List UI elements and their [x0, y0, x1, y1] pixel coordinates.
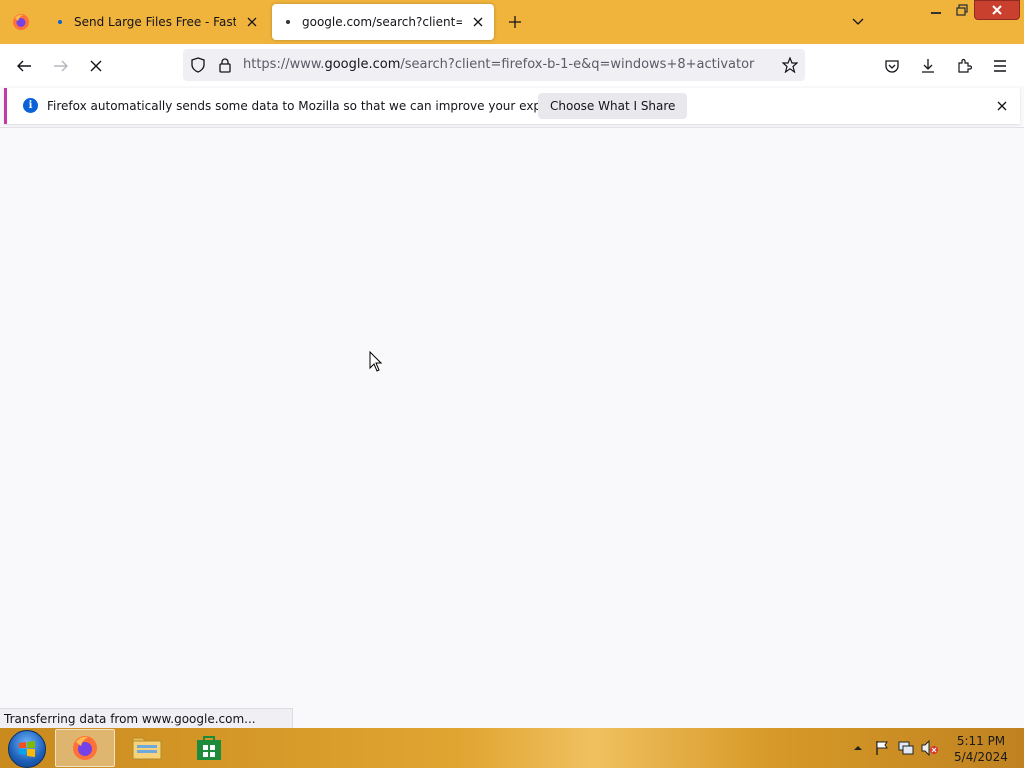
windows-taskbar: 5:11 PM 5/4/2024 [0, 728, 1024, 768]
chevron-up-icon [854, 746, 862, 750]
store-icon [197, 736, 221, 760]
notification-message: Firefox automatically sends some data to… [47, 99, 590, 113]
downloads-button[interactable] [914, 52, 942, 80]
tab-title: Send Large Files Free - Fast Sec [74, 15, 236, 29]
navigation-toolbar: https://www.google.com/search?client=fir… [0, 44, 1024, 86]
firefox-icon [73, 736, 97, 760]
tab-close-icon[interactable] [244, 14, 260, 30]
tracking-protection-shield-icon[interactable] [188, 55, 208, 75]
chevron-down-icon [852, 18, 864, 25]
bookmark-star-icon[interactable] [780, 55, 800, 75]
stop-button[interactable] [82, 52, 110, 80]
puzzle-icon [958, 58, 972, 73]
firefox-view-button[interactable] [0, 0, 42, 44]
notification-close-icon[interactable] [993, 97, 1011, 115]
lock-icon[interactable] [215, 55, 235, 75]
info-icon: i [23, 98, 38, 113]
tab-close-icon[interactable] [470, 14, 486, 30]
back-button[interactable] [10, 52, 38, 80]
new-tab-button[interactable] [505, 12, 525, 32]
url-prefix: https://www. [243, 57, 325, 72]
close-icon [992, 5, 1002, 15]
taskbar-firefox[interactable] [55, 729, 115, 767]
folder-icon [132, 737, 162, 760]
mouse-cursor-icon [369, 350, 383, 377]
url-domain: google.com [324, 57, 401, 72]
tab-bar: Send Large Files Free - Fast Sec google.… [0, 0, 1024, 44]
window-restore-button[interactable] [950, 0, 974, 20]
arrow-right-icon [54, 60, 68, 72]
taskbar-store[interactable] [179, 729, 239, 767]
window-close-button[interactable] [974, 0, 1020, 20]
data-reporting-notification: i Firefox automatically sends some data … [4, 88, 1020, 124]
pocket-button[interactable] [878, 52, 906, 80]
stop-icon [90, 60, 102, 72]
tab-send-large-files[interactable]: Send Large Files Free - Fast Sec [44, 4, 268, 40]
firefox-icon [13, 14, 29, 30]
action-center-flag-icon[interactable] [872, 738, 892, 758]
hamburger-menu-icon [994, 60, 1006, 72]
network-icon[interactable] [896, 738, 916, 758]
url-path: /search?client=firefox-b-1-e&q=windows+8… [400, 57, 755, 72]
clock-date: 5/4/2024 [954, 750, 1008, 764]
page-content-area[interactable] [0, 128, 1024, 728]
url-bar[interactable]: https://www.google.com/search?client=fir… [183, 49, 805, 81]
show-hidden-icons-button[interactable] [848, 738, 868, 758]
plus-icon [509, 16, 521, 28]
app-menu-button[interactable] [986, 52, 1014, 80]
taskbar-file-explorer[interactable] [117, 729, 177, 767]
forward-button[interactable] [47, 52, 75, 80]
window-minimize-button[interactable] [924, 0, 948, 20]
extensions-button[interactable] [950, 52, 978, 80]
pocket-icon [885, 60, 899, 73]
tab-title: google.com/search?client=firef [302, 15, 462, 29]
url-text[interactable]: https://www.google.com/search?client=fir… [243, 57, 754, 72]
tab-google-search[interactable]: google.com/search?client=firef [272, 4, 494, 40]
clock-time: 5:11 PM [956, 734, 1006, 748]
arrow-left-icon [17, 60, 31, 72]
start-button[interactable] [8, 730, 46, 768]
tab-loading-dot [286, 20, 290, 24]
windows-logo-icon [19, 741, 35, 757]
volume-muted-icon[interactable] [920, 738, 940, 758]
download-icon [922, 59, 934, 73]
restore-icon [956, 4, 968, 16]
choose-what-i-share-button[interactable]: Choose What I Share [538, 93, 688, 119]
tab-loading-dot [58, 20, 62, 24]
list-all-tabs-button[interactable] [848, 12, 868, 32]
system-clock[interactable]: 5:11 PM 5/4/2024 [950, 733, 1012, 765]
minimize-icon [931, 12, 941, 14]
status-panel: Transferring data from www.google.com... [0, 708, 293, 728]
